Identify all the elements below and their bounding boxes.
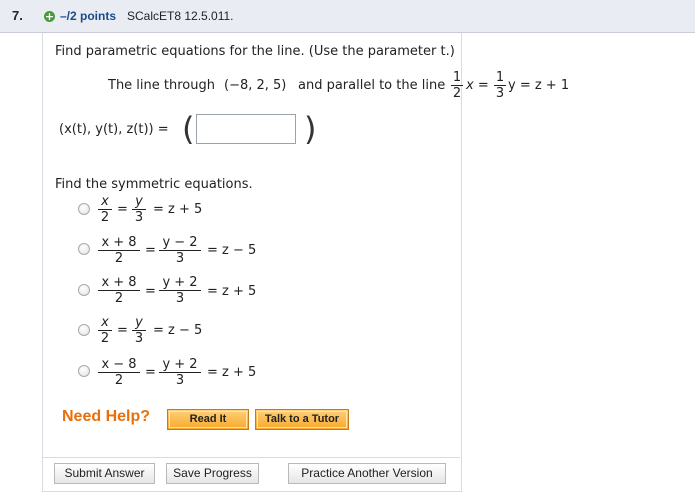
option-5-frac-x: x − 82: [98, 358, 140, 387]
option-1-eq: =: [117, 202, 128, 217]
option-1-frac-x: x2: [98, 195, 112, 224]
option-4-rhs: = z − 5: [153, 323, 203, 338]
line-prefix-text: The line through: [108, 78, 215, 93]
option-5-eq: =: [145, 365, 156, 380]
option-2-eq: =: [145, 243, 156, 258]
option-2-radio[interactable]: [78, 243, 90, 255]
expand-plus-icon[interactable]: +: [44, 11, 55, 22]
option-1-radio[interactable]: [78, 203, 90, 215]
option-5-radio[interactable]: [78, 365, 90, 377]
option-4-frac-x: x2: [98, 316, 112, 345]
option-1-frac-y: y3: [132, 195, 146, 224]
option-2-frac-y: y − 23: [159, 236, 201, 265]
divider: [42, 457, 460, 458]
given-line-y: y = z + 1: [508, 78, 570, 93]
option-2-frac-x: x + 82: [98, 236, 140, 265]
point-text: (−8, 2, 5): [224, 78, 287, 93]
option-4-frac-y: y3: [132, 316, 146, 345]
parallel-text: and parallel to the line: [298, 78, 446, 93]
option-3-frac-x: x + 82: [98, 276, 140, 305]
option-1-rhs: = z + 5: [153, 202, 203, 217]
parametric-label: (x(t), y(t), z(t)) =: [59, 122, 169, 137]
option-3-rhs: = z + 5: [207, 284, 257, 299]
talk-to-tutor-button[interactable]: Talk to a Tutor: [255, 409, 349, 430]
option-3-eq: =: [145, 284, 156, 299]
option-3-frac-y: y + 23: [159, 276, 201, 305]
practice-another-version-button[interactable]: Practice Another Version: [288, 463, 446, 484]
question-number: 7.: [12, 8, 23, 23]
points-label[interactable]: –/2 points: [60, 9, 116, 23]
option-5-rhs: = z + 5: [207, 365, 257, 380]
question-id: SCalcET8 12.5.011.: [127, 9, 234, 23]
read-it-button[interactable]: Read It: [167, 409, 249, 430]
given-line-x: x =: [466, 78, 489, 93]
close-paren: ): [304, 110, 317, 148]
option-2-rhs: = z − 5: [207, 243, 257, 258]
open-paren: (: [182, 110, 195, 148]
option-5-frac-y: y + 23: [159, 358, 201, 387]
parametric-answer-input[interactable]: [196, 114, 296, 144]
option-3-radio[interactable]: [78, 284, 90, 296]
submit-answer-button[interactable]: Submit Answer: [54, 463, 155, 484]
save-progress-button[interactable]: Save Progress: [166, 463, 259, 484]
option-4-radio[interactable]: [78, 324, 90, 336]
given-line-fraction-2: 13: [494, 70, 506, 101]
given-line-fraction-1: 12: [451, 70, 463, 101]
option-4-eq: =: [117, 323, 128, 338]
symmetric-instruction: Find the symmetric equations.: [55, 177, 253, 192]
question-header: 7. + –/2 points SCalcET8 12.5.011.: [0, 0, 695, 33]
instruction-text: Find parametric equations for the line. …: [55, 44, 455, 59]
need-help-label: Need Help?: [62, 408, 151, 425]
